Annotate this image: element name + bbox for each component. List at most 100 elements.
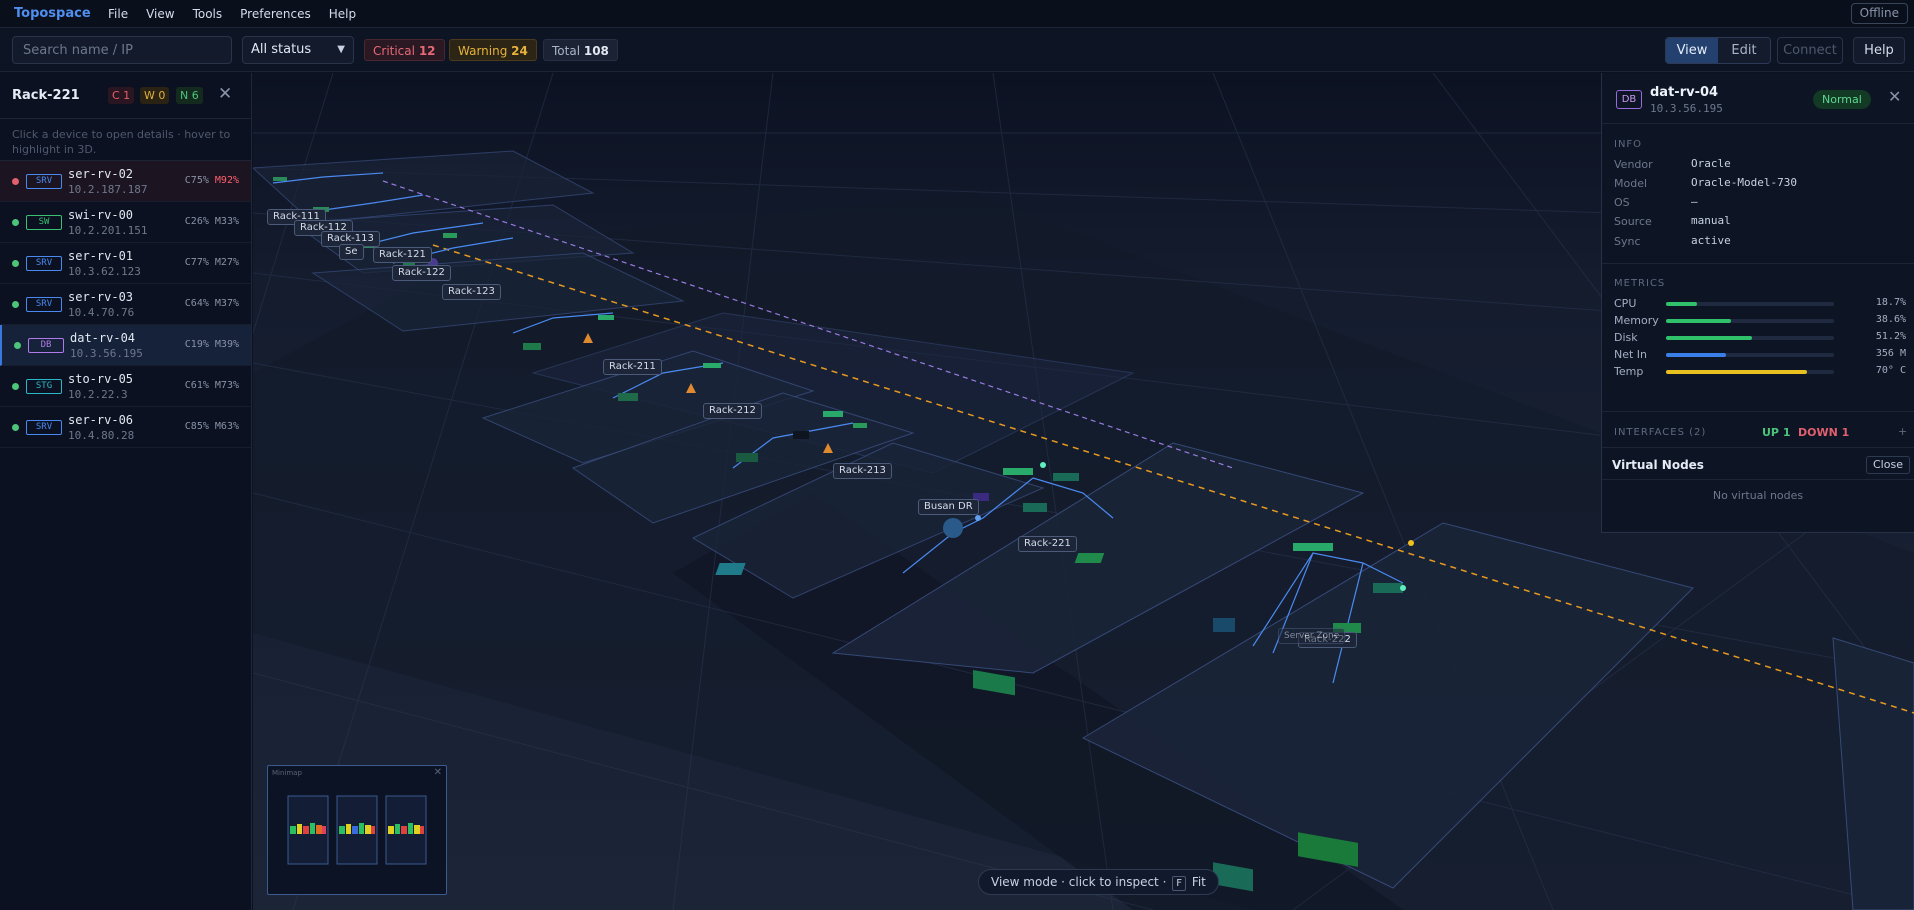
info-value-source: manual	[1691, 214, 1731, 227]
device-type-badge: SRV	[26, 174, 62, 189]
device-ip: 10.4.80.28	[68, 429, 135, 442]
metric-value: 70° C	[1875, 365, 1906, 376]
metric-bar-fill	[1666, 319, 1731, 323]
device-cpu: C26%	[184, 216, 209, 227]
zone-label-server-zone[interactable]: Server Zone	[1278, 628, 1346, 644]
info-value-os: –	[1691, 195, 1698, 208]
warning-badge: W 0	[140, 87, 170, 104]
metric-bar-fill	[1666, 336, 1753, 340]
device-mem: M33%	[214, 216, 239, 227]
device-metrics: C61% M73%	[185, 380, 239, 391]
interfaces-title[interactable]: INTERFACES (2)	[1614, 427, 1706, 438]
divider	[1602, 447, 1914, 448]
rack-label-213[interactable]: Rack-213	[833, 463, 892, 479]
status-dot	[12, 178, 19, 185]
virtual-nodes-close-button[interactable]: Close	[1866, 456, 1910, 474]
metric-value: 356 M	[1875, 348, 1906, 359]
fit-shortcut-key: F	[1172, 876, 1186, 891]
rack-label-212[interactable]: Rack-212	[703, 403, 762, 419]
device-row[interactable]: STG sto-rv-05 10.2.22.3 C61% M73%	[0, 366, 251, 407]
rack-label-121[interactable]: Rack-121	[373, 247, 432, 263]
expand-icon[interactable]: +	[1898, 425, 1907, 438]
status-filter-select[interactable]: All status ▼	[242, 36, 354, 64]
device-mem: M63%	[214, 421, 239, 432]
status-dot	[12, 219, 19, 226]
device-row[interactable]: SRV ser-rv-02 10.2.187.187 C75% M92%	[0, 161, 251, 202]
edit-mode-button[interactable]: Edit	[1718, 38, 1770, 63]
menu-file[interactable]: File	[108, 7, 128, 21]
divider	[1602, 123, 1914, 124]
device-ip: 10.3.62.123	[68, 265, 141, 278]
info-value-vendor: Oracle	[1691, 157, 1731, 170]
rack-label-123[interactable]: Rack-123	[442, 284, 501, 300]
rack-label-122[interactable]: Rack-122	[392, 265, 451, 281]
metric-bar	[1666, 302, 1834, 306]
info-key-model: Model	[1614, 177, 1648, 190]
close-icon[interactable]: ✕	[218, 84, 232, 104]
status-badge: Normal	[1813, 90, 1871, 109]
device-name: sto-rv-05	[68, 372, 134, 386]
virtual-nodes-empty: No virtual nodes	[1712, 489, 1804, 502]
metric-value: 51.2%	[1875, 331, 1906, 342]
critical-count-badge[interactable]: Critical 12	[364, 39, 445, 61]
link-endpoint	[975, 515, 981, 521]
info-value-model: Oracle-Model-730	[1691, 176, 1797, 189]
device-metrics: C75% M92%	[185, 175, 239, 186]
connection-status-button[interactable]: Offline	[1850, 3, 1908, 24]
mode-toggle: View Edit	[1665, 37, 1771, 64]
device-type-badge: STG	[26, 379, 62, 394]
device-cpu: C85%	[184, 421, 209, 432]
device-mem: M27%	[214, 257, 239, 268]
device-type-badge: SW	[26, 215, 62, 230]
interfaces-down-count: DOWN 1	[1798, 426, 1850, 439]
device-row[interactable]: SRV ser-rv-06 10.4.80.28 C85% M63%	[0, 407, 251, 448]
rack-label-211[interactable]: Rack-211	[603, 359, 662, 375]
close-icon[interactable]: ✕	[1888, 87, 1901, 106]
device-row[interactable]: DB dat-rv-04 10.3.56.195 C19% M39%	[0, 325, 251, 366]
divider	[1602, 263, 1914, 264]
device-row[interactable]: SW swi-rv-00 10.2.201.151 C26% M33%	[0, 202, 251, 243]
menu-preferences[interactable]: Preferences	[240, 7, 311, 21]
device-mem: M92%	[214, 175, 239, 186]
device-row[interactable]: SRV ser-rv-03 10.4.70.76 C64% M37%	[0, 284, 251, 325]
device-name: dat-rv-04	[1650, 85, 1719, 100]
metric-bar-fill	[1666, 370, 1808, 374]
total-count-badge: Total 108	[543, 39, 618, 61]
connect-button[interactable]: Connect	[1777, 37, 1843, 64]
virtual-nodes-title: Virtual Nodes	[1612, 458, 1704, 472]
help-button[interactable]: Help	[1853, 37, 1905, 64]
rack-label-221[interactable]: Rack-221	[1018, 536, 1077, 552]
status-dot	[12, 301, 19, 308]
device-name: ser-rv-06	[68, 413, 134, 427]
minimap-view	[287, 795, 427, 865]
mode-hint-fit: Fit	[1191, 875, 1206, 889]
rack-label-partial[interactable]: Se	[339, 244, 364, 260]
normal-badge: N 6	[176, 87, 203, 104]
menu-tools[interactable]: Tools	[193, 7, 223, 21]
app-brand: Topospace	[14, 6, 91, 21]
menu-view[interactable]: View	[146, 7, 174, 21]
view-mode-button[interactable]: View	[1666, 38, 1718, 63]
metric-value: 18.7%	[1875, 297, 1906, 308]
metric-label: Memory	[1614, 314, 1659, 327]
device-ip: 10.3.56.195	[1650, 102, 1723, 115]
device-list: SRV ser-rv-02 10.2.187.187 C75% M92% SW swi-r…	[0, 161, 251, 448]
menu-help[interactable]: Help	[329, 7, 356, 21]
minimap[interactable]: Minimap ✕	[267, 765, 447, 895]
device-metrics: C64% M37%	[185, 298, 239, 309]
status-dot	[12, 424, 19, 431]
search-input[interactable]	[12, 36, 232, 64]
link-endpoint	[1408, 540, 1414, 546]
info-key-vendor: Vendor	[1614, 158, 1653, 171]
interfaces-up-count: UP 1	[1762, 426, 1791, 439]
device-metrics: C85% M63%	[185, 421, 239, 432]
warning-label: Warning	[458, 44, 508, 58]
device-metrics: C19% M39%	[185, 339, 239, 350]
warning-count-badge[interactable]: Warning 24	[449, 39, 537, 61]
status-dot	[14, 342, 21, 349]
metric-bar	[1666, 319, 1834, 323]
zone-label-busan-dr[interactable]: Busan DR	[918, 499, 979, 515]
mode-hint: View mode · click to inspect · F Fit	[978, 869, 1219, 895]
device-row[interactable]: SRV ser-rv-01 10.3.62.123 C77% M27%	[0, 243, 251, 284]
device-name: swi-rv-00	[68, 208, 134, 222]
